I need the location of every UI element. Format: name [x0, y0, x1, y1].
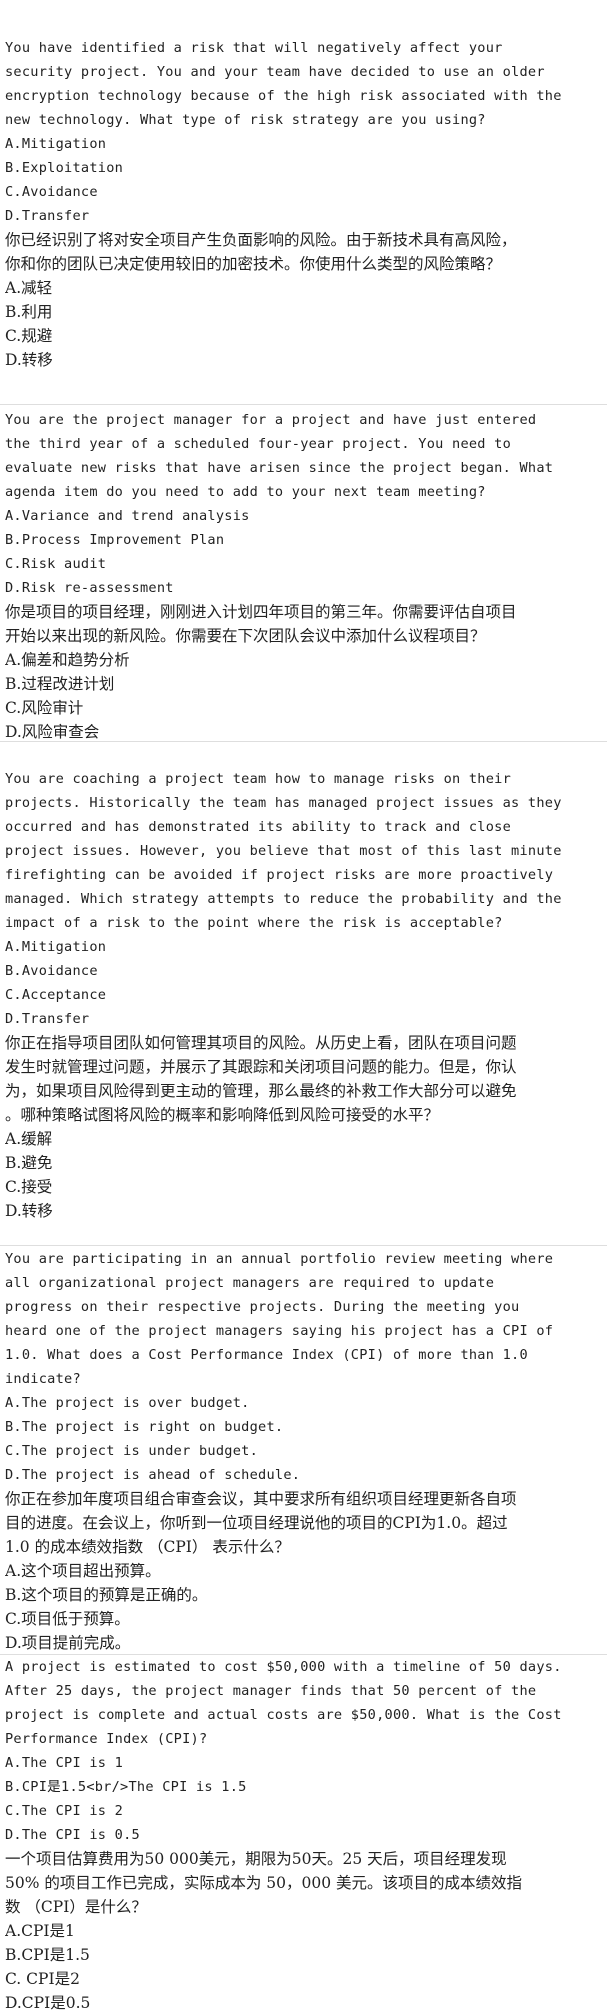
question-text-line: After 25 days, the project manager finds…: [5, 1683, 537, 1699]
question-text-line: new technology. What type of risk strate…: [5, 112, 486, 128]
question-text-line-zh: 发生时就管理过问题，并展示了其跟踪和关闭项目问题的能力。但是，你认: [5, 1058, 517, 1076]
question-block: You are participating in an annual portf…: [0, 1247, 607, 1655]
option-c-zh: C.规避: [5, 327, 53, 345]
question-text-line: You are coaching a project team how to m…: [5, 771, 512, 787]
option-b-zh: B.这个项目的预算是正确的。: [5, 1586, 208, 1604]
question-text-line-zh: 数 （CPI）是什么？: [5, 1898, 147, 1916]
option-c: C.Acceptance: [5, 987, 107, 1003]
question-text-line: projects. Historically the team has mana…: [5, 795, 562, 811]
option-d: D.The CPI is 0.5: [5, 1827, 140, 1843]
question-text-line: You have identified a risk that will neg…: [5, 40, 503, 56]
option-d: D.The project is ahead of schedule.: [5, 1467, 301, 1483]
question-text-line: 1.0. What does a Cost Performance Index …: [5, 1347, 528, 1363]
question-text-line-zh: 一个项目估算费用为50 000美元，期限为50天。25 天后，项目经理发现: [5, 1850, 507, 1868]
question-text-line: You are participating in an annual portf…: [5, 1251, 554, 1267]
question-text-line: heard one of the project managers saying…: [5, 1323, 554, 1339]
question-text-line-zh: 目的进度。在会议上，你听到一位项目经理说他的项目的CPI为1.0。超过: [5, 1514, 508, 1532]
option-d-zh: D.转移: [5, 351, 53, 369]
option-c: C.The CPI is 2: [5, 1803, 124, 1819]
option-c-zh: C.风险审计: [5, 699, 84, 717]
option-c: C.Avoidance: [5, 184, 98, 200]
option-a: A.Mitigation: [5, 939, 107, 955]
option-d: D.Transfer: [5, 208, 90, 224]
question-text-line: managed. Which strategy attempts to redu…: [5, 891, 562, 907]
option-c-zh: C.项目低于预算。: [5, 1610, 130, 1628]
question-divider: [0, 404, 607, 405]
question-text-line: A project is estimated to cost $50,000 w…: [5, 1659, 562, 1675]
question-block: You are the project manager for a projec…: [0, 408, 607, 744]
option-a: A.The CPI is 1: [5, 1755, 124, 1771]
question-divider: [0, 741, 607, 742]
option-a: A.Variance and trend analysis: [5, 508, 250, 524]
question-text-line-zh: 你和你的团队已决定使用较旧的加密技术。你使用什么类型的风险策略？: [5, 255, 502, 273]
question-text-line-zh: 为，如果项目风险得到更主动的管理，那么最终的补救工作大部分可以避免: [5, 1082, 517, 1100]
option-b: B.Avoidance: [5, 963, 98, 979]
option-a-zh: A.减轻: [5, 279, 53, 297]
option-c: C.The project is under budget.: [5, 1443, 259, 1459]
option-b: B.Process Improvement Plan: [5, 532, 225, 548]
option-a: A.The project is over budget.: [5, 1395, 250, 1411]
option-d: D.Risk re-assessment: [5, 580, 174, 596]
question-text-line-zh: 你是项目的项目经理，刚刚进入计划四年项目的第三年。你需要评估自项目: [5, 603, 517, 621]
option-b: B.Exploitation: [5, 160, 124, 176]
question-text-line: all organizational project managers are …: [5, 1275, 495, 1291]
option-b-zh: B.过程改进计划: [5, 675, 115, 693]
question-text-line: project is complete and actual costs are…: [5, 1707, 562, 1723]
option-b: B.The project is right on budget.: [5, 1419, 284, 1435]
question-divider: [0, 1245, 607, 1246]
option-a-zh: A.这个项目超出预算。: [5, 1562, 161, 1580]
question-text-line-zh: 1.0 的成本绩效指数 （CPI） 表示什么？: [5, 1538, 290, 1556]
option-d: D.Transfer: [5, 1011, 90, 1027]
question-text-line-zh: 你正在指导项目团队如何管理其项目的风险。从历史上看，团队在项目问题: [5, 1034, 517, 1052]
question-text-line-zh: 50% 的项目工作已完成，实际成本为 50，000 美元。该项目的成本绩效指: [5, 1874, 523, 1892]
question-text-line: project issues. However, you believe tha…: [5, 843, 562, 859]
option-d-zh: D.转移: [5, 1202, 53, 1220]
option-b-zh: B.CPI是1.5: [5, 1946, 90, 1964]
question-text-line: impact of a risk to the point where the …: [5, 915, 503, 931]
option-c-zh: C. CPI是2: [5, 1970, 80, 1988]
option-c-zh: C.接受: [5, 1178, 53, 1196]
question-text-line: agenda item do you need to add to your n…: [5, 484, 486, 500]
question-text-line-zh: 你已经识别了将对安全项目产生负面影响的风险。由于新技术具有高风险，: [5, 231, 517, 249]
option-b-zh: B.利用: [5, 303, 53, 321]
question-text-line: occurred and has demonstrated its abilit…: [5, 819, 512, 835]
question-text-line: progress on their respective projects. D…: [5, 1299, 520, 1315]
question-text-line: encryption technology because of the hig…: [5, 88, 562, 104]
question-text-line: firefighting can be avoided if project r…: [5, 867, 554, 883]
question-block: You are coaching a project team how to m…: [0, 767, 607, 1223]
option-a: A.Mitigation: [5, 136, 107, 152]
option-b: B.CPI是1.5<br/>The CPI is 1.5: [5, 1779, 247, 1795]
option-a-zh: A.CPI是1: [5, 1922, 75, 1940]
question-text-line: security project. You and your team have…: [5, 64, 545, 80]
question-text-line: indicate?: [5, 1371, 81, 1387]
question-block: A project is estimated to cost $50,000 w…: [0, 1655, 607, 2015]
question-text-line-zh: 开始以来出现的新风险。你需要在下次团队会议中添加什么议程项目？: [5, 627, 486, 645]
question-block: You have identified a risk that will neg…: [0, 36, 607, 372]
question-text-line: You are the project manager for a projec…: [5, 412, 537, 428]
option-a-zh: A.偏差和趋势分析: [5, 651, 130, 669]
question-text-line-zh: 你正在参加年度项目组合审查会议，其中要求所有组织项目经理更新各自项: [5, 1490, 517, 1508]
question-text-line: Performance Index (CPI)?: [5, 1731, 208, 1747]
option-a-zh: A.缓解: [5, 1130, 53, 1148]
option-b-zh: B.避免: [5, 1154, 53, 1172]
question-text-line-zh: 。哪种策略试图将风险的概率和影响降低到风险可接受的水平？: [5, 1106, 440, 1124]
option-c: C.Risk audit: [5, 556, 107, 572]
option-d-zh: D.项目提前完成。: [5, 1634, 131, 1652]
question-text-line: evaluate new risks that have arisen sinc…: [5, 460, 554, 476]
question-text-line: the third year of a scheduled four-year …: [5, 436, 512, 452]
option-d-zh: D.CPI是0.5: [5, 1994, 91, 2012]
